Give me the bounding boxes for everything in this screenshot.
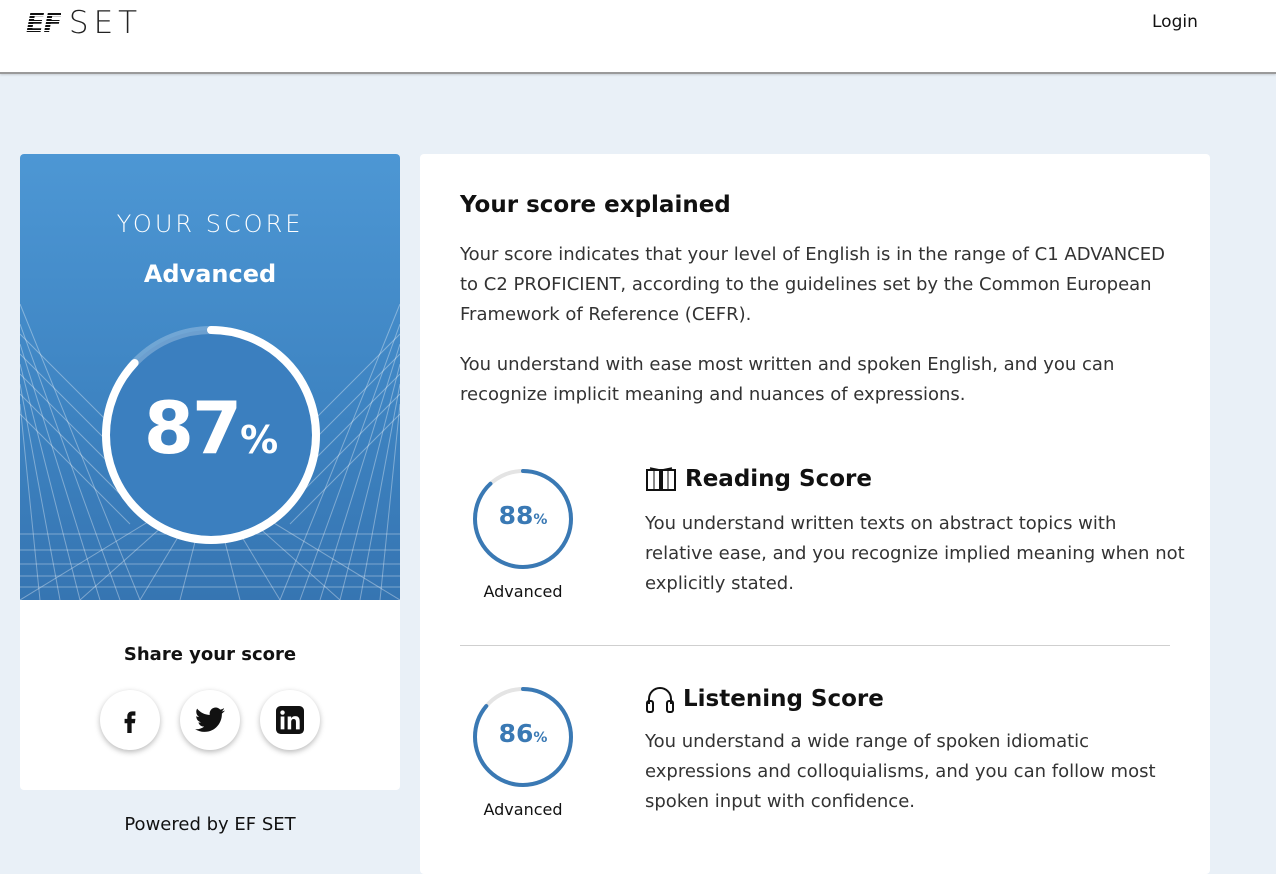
share-title: Share your score [123, 644, 297, 665]
listening-score-heading: Listening Score [645, 684, 884, 714]
overall-level-label: Advanced [143, 260, 277, 288]
listening-score-number: 86 [498, 719, 534, 748]
facebook-icon [124, 711, 136, 733]
reading-score-value: 88% [472, 501, 574, 530]
your-score-label: YOUR SCORE [116, 210, 304, 238]
reading-score-heading: Reading Score [645, 466, 872, 492]
linkedin-share-button[interactable] [260, 690, 320, 750]
reading-score-number: 88 [498, 501, 534, 530]
powered-by-text: Powered by EF SET [124, 814, 296, 835]
facebook-share-button[interactable] [100, 690, 160, 750]
score-card: YOUR SCORE Advanced 87% Share your score [20, 154, 400, 790]
section-divider [460, 645, 1170, 646]
twitter-share-button[interactable] [180, 690, 240, 750]
ef-set-logo[interactable]: EF SET [26, 5, 143, 41]
score-panel: YOUR SCORE Advanced 87% [20, 154, 400, 600]
overall-score-number: 87 [143, 386, 242, 470]
login-link[interactable]: Login [1152, 12, 1198, 32]
score-explanation-card: Your score explained Your score indicate… [420, 154, 1210, 874]
twitter-icon [195, 707, 225, 732]
listening-score-value: 86% [472, 719, 574, 748]
book-icon [646, 467, 676, 491]
reading-score-title: Reading Score [685, 466, 872, 492]
ef-logo-mark: EF [26, 7, 62, 39]
linkedin-icon [276, 706, 304, 734]
reading-score-description: You understand written texts on abstract… [645, 513, 1185, 594]
listening-score-description: You understand a wide range of spoken id… [645, 731, 1156, 812]
listening-score-title: Listening Score [683, 686, 884, 712]
explanation-paragraph: Your score indicates that your level of … [460, 244, 1165, 325]
explanation-title: Your score explained [460, 192, 731, 218]
overall-score-value: 87% [96, 386, 326, 470]
reading-score-percent-sign: % [533, 512, 548, 528]
set-logo-text: SET [68, 5, 143, 41]
overall-score-percent-sign: % [240, 418, 279, 462]
listening-score-percent-sign: % [533, 730, 548, 746]
explanation-paragraph: You understand with ease most written an… [460, 354, 1115, 405]
reading-level-label: Advanced [483, 582, 563, 601]
headphones-icon [646, 687, 674, 713]
site-header: EF SET Login [0, 0, 1276, 74]
listening-level-label: Advanced [483, 800, 563, 819]
